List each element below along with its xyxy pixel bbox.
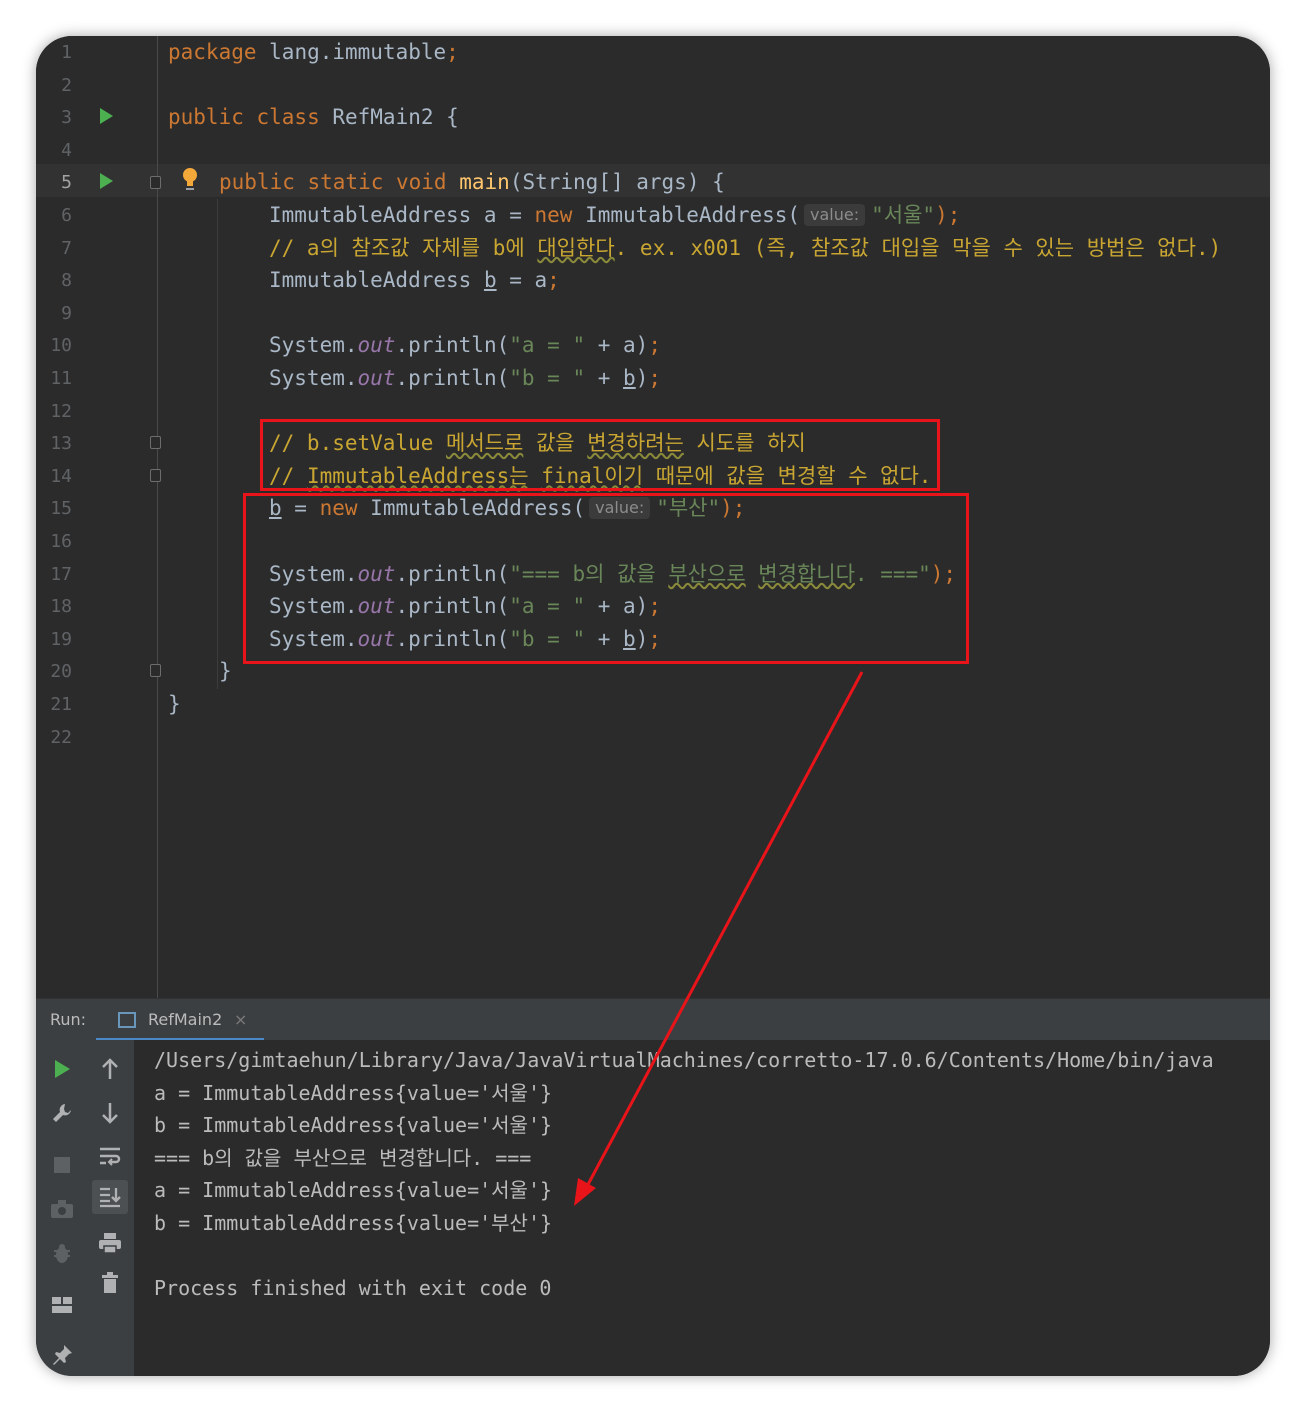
line-number: 20 [50, 661, 72, 683]
bug-icon[interactable] [44, 1236, 80, 1270]
camera-icon[interactable] [44, 1192, 80, 1226]
code-editor[interactable]: 1 2 3 4 5 6 7 8 9 10 11 12 13 14 15 16 1… [36, 36, 1270, 998]
code-line-20: } [219, 659, 232, 684]
run-label: Run: [50, 1010, 87, 1029]
line-number: 4 [61, 139, 72, 161]
code-line-5: public static void main(String[] args) { [219, 170, 725, 195]
parameter-hint: value: [804, 204, 866, 226]
code-line-6: ImmutableAddress a = new ImmutableAddres… [269, 203, 961, 227]
line-number: 13 [50, 433, 72, 455]
annotation-box-code [243, 493, 969, 664]
line-number: 9 [61, 302, 72, 324]
fold-icon[interactable] [150, 469, 161, 482]
code-line-10: System.out.println("a = " + a); [269, 333, 661, 358]
run-panel-header: Run: RefMain2 × [36, 998, 1270, 1041]
line-number: 16 [50, 531, 72, 552]
run-toolbar-left [36, 1040, 86, 1376]
wrench-icon[interactable] [44, 1096, 80, 1130]
fold-icon[interactable] [150, 664, 161, 677]
console-line: Process finished with exit code 0 [154, 1276, 552, 1301]
lightbulb-icon[interactable] [181, 167, 199, 193]
code-line-3: public class RefMain2 { [168, 105, 459, 130]
fold-icon[interactable] [150, 436, 161, 449]
console-line: b = ImmutableAddress{value='서울'} [154, 1113, 553, 1138]
tab-refmain2[interactable]: RefMain2 × [96, 999, 264, 1041]
arrow-up-icon[interactable] [92, 1052, 128, 1086]
code-line-8: ImmutableAddress b = a; [269, 268, 560, 293]
line-number: 12 [50, 400, 72, 422]
line-number: 17 [50, 563, 72, 585]
indent-guide [217, 199, 218, 689]
pin-icon[interactable] [44, 1338, 80, 1372]
line-number: 19 [50, 628, 72, 650]
console-line: b = ImmutableAddress{value='부산'} [154, 1211, 553, 1235]
code-line-7: // a의 참조값 자체를 b에 대입한다. ex. x001 (즉, 참조값 … [269, 235, 1222, 260]
line-number-current: 5 [61, 172, 72, 194]
console-output[interactable]: /Users/gimtaehun/Library/Java/JavaVirtua… [134, 1040, 1270, 1376]
line-number: 15 [50, 498, 72, 520]
run-toolbar-right [86, 1040, 134, 1376]
print-icon[interactable] [92, 1226, 128, 1260]
line-number: 6 [61, 205, 72, 226]
console-line: a = ImmutableAddress{value='서울'} [154, 1080, 553, 1105]
line-number: 14 [50, 465, 72, 487]
soft-wrap-icon[interactable] [92, 1140, 128, 1174]
annotation-box-comment [260, 419, 940, 491]
fold-icon[interactable] [150, 176, 161, 189]
scroll-to-end-icon[interactable] [92, 1180, 128, 1214]
tab-label: RefMain2 [148, 1010, 223, 1029]
layout-icon[interactable] [44, 1288, 80, 1322]
arrow-down-icon[interactable] [92, 1096, 128, 1130]
stop-icon[interactable] [44, 1148, 80, 1182]
line-number: 7 [61, 237, 72, 259]
console-line: /Users/gimtaehun/Library/Java/JavaVirtua… [154, 1048, 1214, 1072]
trash-icon[interactable] [92, 1266, 128, 1300]
run-main-icon[interactable] [100, 173, 113, 189]
line-number: 11 [50, 368, 72, 389]
console-line: a = ImmutableAddress{value='서울'} [154, 1178, 553, 1203]
line-number: 10 [50, 335, 72, 357]
ide-window: 1 2 3 4 5 6 7 8 9 10 11 12 13 14 15 16 1… [36, 36, 1270, 1376]
run-icon[interactable] [44, 1052, 80, 1086]
line-number: 18 [50, 596, 72, 618]
line-number: 3 [61, 107, 72, 129]
close-icon[interactable]: × [234, 999, 247, 1041]
code-line-21: } [168, 692, 181, 716]
console-line: === b의 값을 부산으로 변경합니다. === [154, 1145, 532, 1170]
line-number: 8 [61, 270, 72, 292]
code-line-1: package lang.immutable; [168, 40, 459, 64]
console-icon [118, 1012, 136, 1028]
code-line-11: System.out.println("b = " + b); [269, 366, 662, 390]
line-number: 1 [61, 42, 72, 63]
run-class-icon[interactable] [100, 108, 113, 124]
line-number: 2 [61, 74, 72, 96]
line-number: 22 [50, 726, 72, 748]
line-number: 21 [50, 694, 72, 715]
